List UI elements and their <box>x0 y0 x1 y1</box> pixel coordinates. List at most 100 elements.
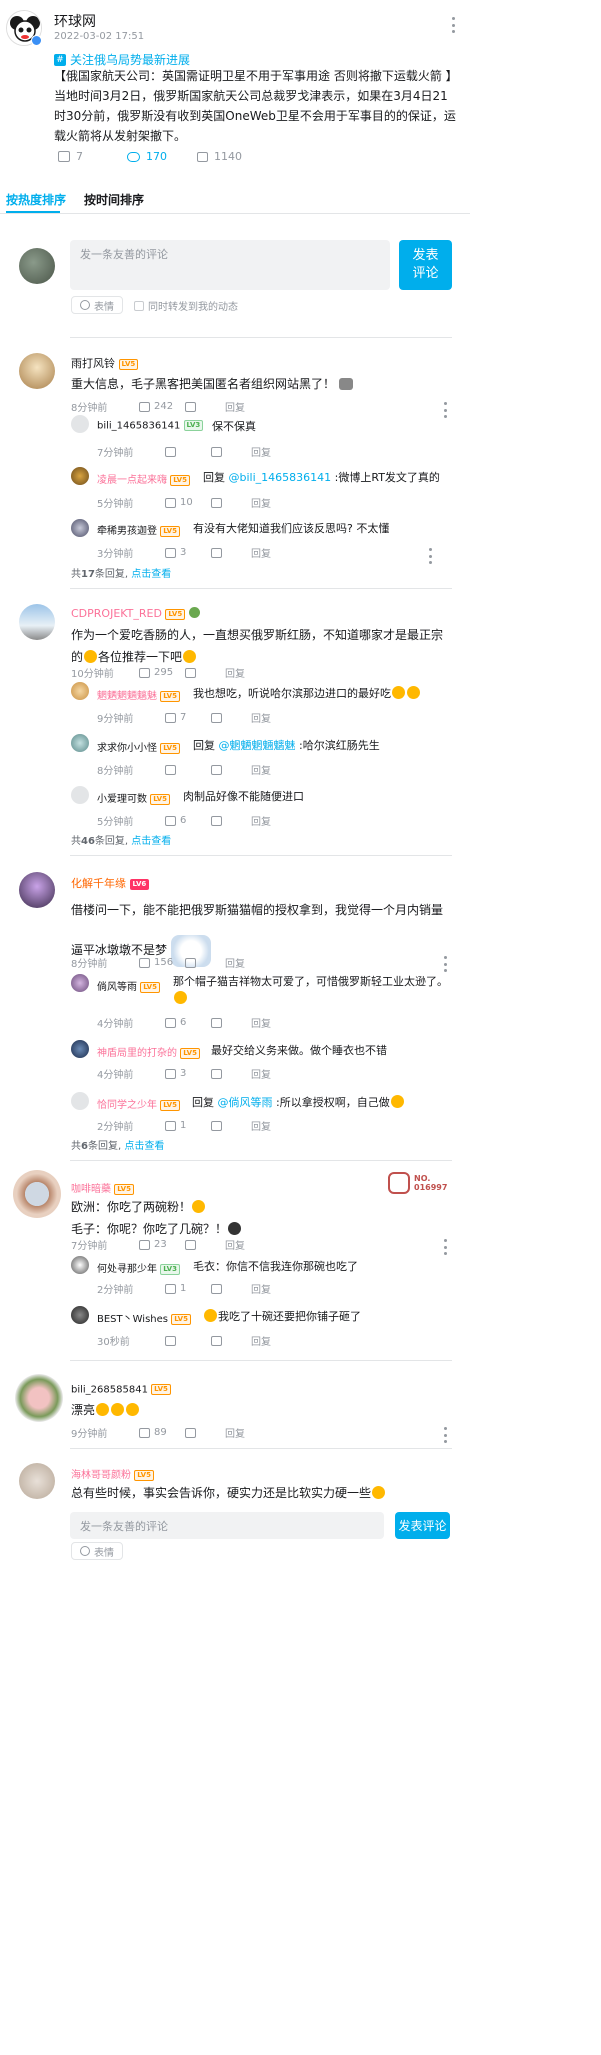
reply-reply-button[interactable]: 回复 <box>251 813 271 828</box>
comment-avatar[interactable] <box>19 872 55 908</box>
reply-avatar[interactable] <box>71 786 89 804</box>
reply-like-button[interactable] <box>165 1335 211 1346</box>
reply-username[interactable]: 何处寻那少年 LV3 <box>97 1260 180 1275</box>
author-name[interactable]: 环球网 <box>54 11 96 31</box>
reply-dislike-button[interactable] <box>211 1283 251 1294</box>
comment-menu-icon[interactable] <box>443 1427 447 1443</box>
reply-dislike-button[interactable] <box>211 764 251 775</box>
reply-like-button[interactable]: 1 <box>165 1120 211 1131</box>
tab-hot[interactable]: 按热度排序 <box>6 191 66 208</box>
reply-avatar[interactable] <box>71 519 89 537</box>
reply-reply-button[interactable]: 回复 <box>251 1118 271 1133</box>
comment-avatar[interactable] <box>19 1463 55 1499</box>
comment-username[interactable]: 化解千年缘 LV6 <box>71 875 150 891</box>
comment-avatar[interactable] <box>13 1170 61 1218</box>
reply-username[interactable]: 小爱理可数 LV5 <box>97 790 170 805</box>
comment-dislike-button[interactable] <box>185 1239 225 1250</box>
comment-dislike-button[interactable] <box>185 401 225 412</box>
reply-username[interactable]: 牵稀男孩迦登 LV5 <box>97 522 180 537</box>
reply-reply-button[interactable]: 回复 <box>251 444 271 459</box>
reply-reply-button[interactable]: 回复 <box>251 1333 271 1348</box>
reply-dislike-button[interactable] <box>211 547 251 558</box>
comment-menu-icon[interactable] <box>443 956 447 972</box>
reply-like-button[interactable]: 3 <box>165 547 211 558</box>
comment-username[interactable]: 雨打风铃 LV5 <box>71 355 139 371</box>
comment-menu-icon[interactable] <box>443 1239 447 1255</box>
comment-reply-button[interactable]: 回复 <box>225 665 245 680</box>
comment-like-button[interactable]: 295 <box>139 667 185 678</box>
comment-dislike-button[interactable] <box>185 1427 225 1438</box>
reply-avatar[interactable] <box>71 1256 89 1274</box>
reply-like-button[interactable]: 3 <box>165 1068 211 1079</box>
reply-avatar[interactable] <box>71 734 89 752</box>
bottom-submit-button[interactable]: 发表评论 <box>395 1512 450 1539</box>
reply-username[interactable]: 倘风等雨 LV5 <box>97 978 160 993</box>
reply-like-button[interactable]: 7 <box>165 712 211 723</box>
reply-dislike-button[interactable] <box>211 446 251 457</box>
reply-like-button[interactable]: 6 <box>165 815 211 826</box>
reply-reply-button[interactable]: 回复 <box>251 545 271 560</box>
reply-username[interactable]: BEST丶Wishes LV5 <box>97 1310 191 1325</box>
reply-dislike-button[interactable] <box>211 1068 251 1079</box>
comment-reply-button[interactable]: 回复 <box>225 399 245 414</box>
reply-like-button[interactable] <box>165 446 211 457</box>
reply-username[interactable]: 恰同学之少年 LV5 <box>97 1096 180 1111</box>
reply-avatar[interactable] <box>71 467 89 485</box>
comment-like-button[interactable]: 89 <box>139 1427 185 1438</box>
reply-username[interactable]: 求求你小小怪 LV5 <box>97 739 180 754</box>
reply-reply-button[interactable]: 回复 <box>251 762 271 777</box>
reply-avatar[interactable] <box>71 974 89 992</box>
comment-like-button[interactable]: 23 <box>139 1239 185 1250</box>
comment-reply-button[interactable]: 回复 <box>225 955 245 970</box>
comment-username[interactable]: CDPROJEKT_RED LV5 <box>71 607 200 620</box>
reply-dislike-button[interactable] <box>211 1335 251 1346</box>
like-button[interactable]: 1140 <box>197 150 242 163</box>
share-button[interactable]: 7 <box>58 150 83 163</box>
reply-dislike-button[interactable] <box>211 815 251 826</box>
reply-dislike-button[interactable] <box>211 712 251 723</box>
reply-avatar[interactable] <box>71 682 89 700</box>
reply-menu-icon[interactable] <box>428 548 432 564</box>
reply-mention-link[interactable]: @倘风等雨 <box>218 1096 273 1109</box>
post-menu-icon[interactable] <box>451 17 455 33</box>
reply-like-button[interactable]: 6 <box>165 1017 211 1028</box>
reply-username[interactable]: 神盾局里的打杂的 LV5 <box>97 1044 200 1059</box>
submit-comment-button[interactable]: 发表 评论 <box>399 240 452 290</box>
reply-reply-button[interactable]: 回复 <box>251 1066 271 1081</box>
comment-avatar[interactable] <box>19 353 55 389</box>
reply-dislike-button[interactable] <box>211 497 251 508</box>
bottom-emoji-button[interactable]: 表情 <box>71 1542 123 1560</box>
comment-username[interactable]: 咖啡暗藥 LV5 <box>71 1180 134 1195</box>
comment-like-button[interactable]: 242 <box>139 401 185 412</box>
comment-avatar[interactable] <box>15 1374 63 1422</box>
reply-mention-link[interactable]: @bili_1465836141 <box>229 471 332 484</box>
comment-count-button[interactable]: 170 <box>127 150 167 163</box>
reply-username[interactable]: 凌晨一点起来嗨 LV5 <box>97 471 190 486</box>
reply-avatar[interactable] <box>71 1306 89 1324</box>
reply-reply-button[interactable]: 回复 <box>251 710 271 725</box>
tab-time[interactable]: 按时间排序 <box>84 191 144 208</box>
comment-reply-button[interactable]: 回复 <box>225 1237 245 1252</box>
view-more-link[interactable]: 点击查看 <box>124 1141 164 1152</box>
comment-avatar[interactable] <box>19 604 55 640</box>
emoji-button[interactable]: 表情 <box>71 296 123 314</box>
reply-reply-button[interactable]: 回复 <box>251 1015 271 1030</box>
view-more-link[interactable]: 点击查看 <box>131 569 171 580</box>
reply-dislike-button[interactable] <box>211 1017 251 1028</box>
reply-reply-button[interactable]: 回复 <box>251 495 271 510</box>
reply-username[interactable]: bili_1465836141 LV3 <box>97 420 204 432</box>
reply-mention-link[interactable]: @魍魉魍魎魑魅 <box>219 739 296 752</box>
comment-menu-icon[interactable] <box>443 402 447 418</box>
comment-username[interactable]: bili_268585841 LV5 <box>71 1384 171 1396</box>
reply-reply-button[interactable]: 回复 <box>251 1281 271 1296</box>
reply-username[interactable]: 魍魉魍魎魑魅 LV5 <box>97 687 180 702</box>
comment-dislike-button[interactable] <box>185 957 225 968</box>
reply-avatar[interactable] <box>71 415 89 433</box>
reply-like-button[interactable] <box>165 764 211 775</box>
reply-avatar[interactable] <box>71 1040 89 1058</box>
comment-username[interactable]: 海林哥哥颜粉 LV5 <box>71 1466 154 1481</box>
comment-reply-button[interactable]: 回复 <box>225 1425 245 1440</box>
bottom-comment-input[interactable]: 发一条友善的评论 <box>70 1512 384 1539</box>
reply-like-button[interactable]: 1 <box>165 1283 211 1294</box>
comment-dislike-button[interactable] <box>185 667 225 678</box>
